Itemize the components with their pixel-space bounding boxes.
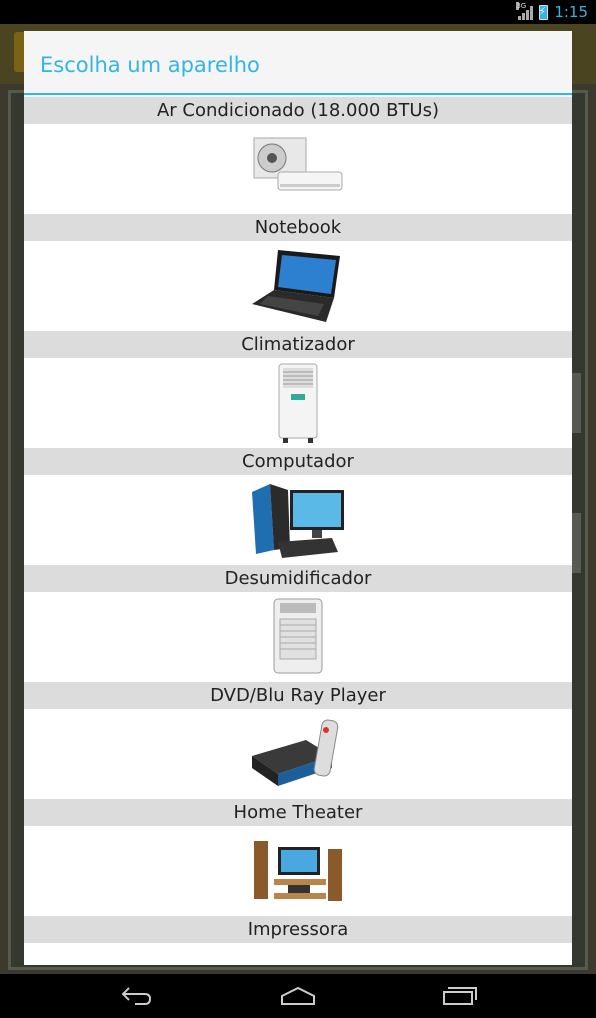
appliance-picker-dialog: Escolha um aparelho Ar Condicionado (18.… [24, 31, 572, 965]
list-item[interactable]: Notebook [24, 124, 572, 241]
status-bar: 3G 1:15 [0, 0, 596, 24]
air-conditioner-icon [24, 124, 572, 214]
list-item[interactable]: Home Theater [24, 709, 572, 826]
appliance-label: Ar Condicionado (18.000 BTUs) [24, 97, 572, 124]
list-item[interactable]: Climatizador [24, 241, 572, 358]
list-item[interactable]: Impressora [24, 826, 572, 943]
back-button[interactable] [116, 984, 156, 1008]
laptop-icon [24, 241, 572, 331]
navigation-bar [0, 974, 596, 1018]
signal-icon: 3G [516, 2, 534, 20]
recents-button[interactable] [440, 984, 480, 1008]
appliance-label: Desumidificador [24, 565, 572, 592]
dvd-player-icon [24, 709, 572, 799]
back-icon [121, 987, 152, 1005]
list-item[interactable]: Computador [24, 358, 572, 475]
appliance-label: Computador [24, 448, 572, 475]
appliance-label: Impressora [24, 916, 572, 943]
screen: 3G 1:15 Escolha um aparelho Ar C [0, 0, 596, 1018]
status-icons: 3G 1:15 [516, 2, 588, 22]
appliance-label: DVD/Blu Ray Player [24, 682, 572, 709]
appliance-list-content: Ar Condicionado (18.000 BTUs) Notebook C… [24, 97, 572, 943]
battery-icon [538, 4, 549, 20]
dialog-title: Escolha um aparelho [24, 31, 572, 95]
appliance-list[interactable]: Ar Condicionado (18.000 BTUs) Notebook C… [24, 97, 572, 965]
desktop-computer-icon [24, 475, 572, 565]
list-item[interactable]: Desumidificador [24, 475, 572, 592]
home-theater-icon [24, 826, 572, 916]
recents-icon [443, 987, 477, 1005]
appliance-label: Climatizador [24, 331, 572, 358]
appliance-label: Notebook [24, 214, 572, 241]
appliance-label: Home Theater [24, 799, 572, 826]
clock: 1:15 [554, 3, 588, 21]
home-button[interactable] [278, 984, 318, 1008]
network-type: 3G [516, 2, 527, 10]
list-item[interactable]: Ar Condicionado (18.000 BTUs) [24, 97, 572, 124]
air-cooler-icon [24, 358, 572, 448]
list-item[interactable]: DVD/Blu Ray Player [24, 592, 572, 709]
home-icon [281, 986, 315, 1005]
dehumidifier-icon [24, 592, 572, 682]
